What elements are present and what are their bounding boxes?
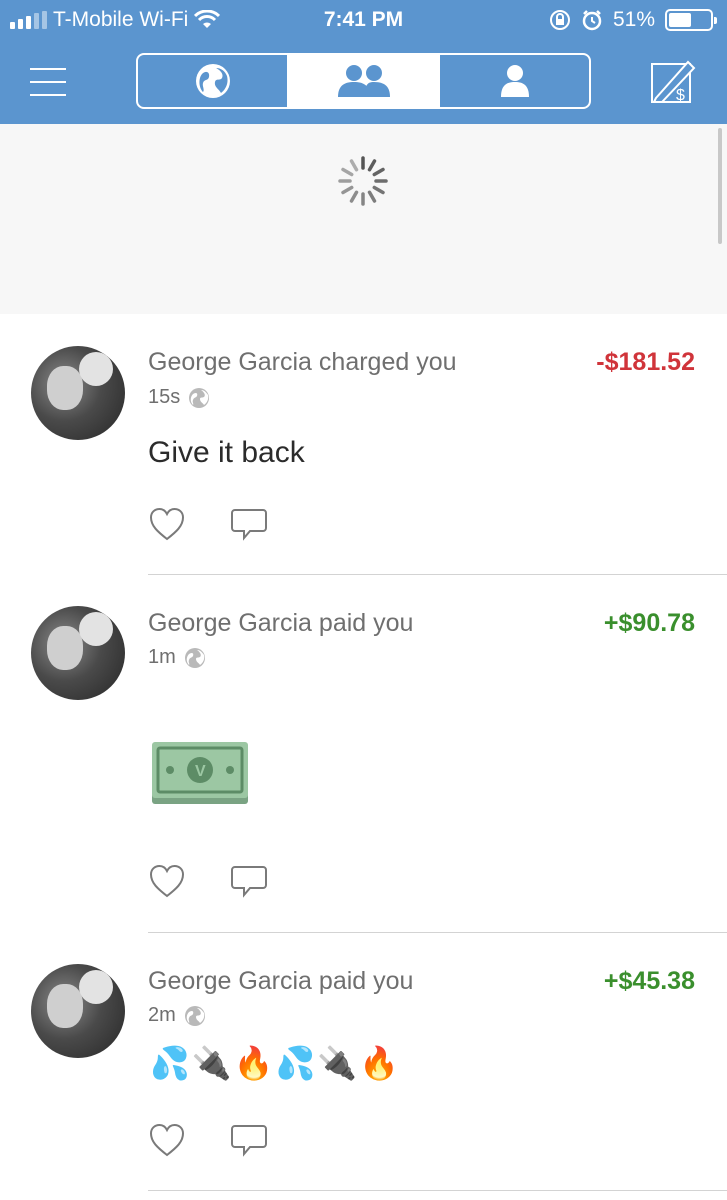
tab-personal[interactable] <box>438 55 589 107</box>
transaction-time: 1m <box>148 646 176 668</box>
list-item[interactable]: George Garcia paid you +$45.38 2m 💦🔌🔥💦🔌🔥 <box>0 934 727 1200</box>
transaction-title: George Garcia charged you <box>148 348 457 376</box>
transaction-title: George Garcia paid you <box>148 967 414 995</box>
scrollbar[interactable] <box>718 128 722 244</box>
svg-text:V: V <box>195 763 206 780</box>
globe-icon <box>189 387 210 408</box>
transaction-amount: +$45.38 <box>603 967 695 995</box>
globe-icon <box>184 1005 205 1026</box>
comment-icon[interactable] <box>230 1122 268 1158</box>
avatar[interactable] <box>31 346 125 440</box>
transaction-note: Give it back <box>148 436 305 469</box>
globe-icon <box>184 647 205 668</box>
comment-icon[interactable] <box>230 506 268 542</box>
money-bill-emoji: V <box>152 742 248 804</box>
transaction-time: 2m <box>148 1004 176 1026</box>
tab-friends[interactable] <box>287 55 438 107</box>
list-item[interactable]: George Garcia paid you +$90.78 1m V <box>0 576 727 934</box>
like-heart-icon[interactable] <box>148 506 186 542</box>
transaction-meta: 2m <box>148 1004 206 1027</box>
transaction-title: George Garcia paid you <box>148 609 414 637</box>
app-header: T-Mobile Wi-Fi 7:41 PM 51% $ <box>0 0 727 124</box>
transaction-actions <box>148 1122 268 1158</box>
person-icon <box>500 65 529 97</box>
divider <box>148 1190 727 1191</box>
transaction-note: 💦🔌🔥💦🔌🔥 <box>150 1045 402 1081</box>
avatar[interactable] <box>31 964 125 1058</box>
globe-icon <box>195 64 230 98</box>
list-item[interactable]: George Garcia charged you -$181.52 15s G… <box>0 314 727 576</box>
transaction-amount: +$90.78 <box>603 609 695 637</box>
comment-icon[interactable] <box>230 863 268 899</box>
svg-text:$: $ <box>676 87 685 104</box>
transaction-meta: 15s <box>148 386 210 409</box>
divider <box>148 932 727 933</box>
divider <box>148 574 727 575</box>
like-heart-icon[interactable] <box>148 863 186 899</box>
friends-icon <box>337 65 390 97</box>
battery-percent: 51% <box>612 8 655 31</box>
avatar[interactable] <box>31 606 125 700</box>
like-heart-icon[interactable] <box>148 1122 186 1158</box>
tab-public[interactable] <box>138 55 287 107</box>
menu-button[interactable] <box>30 68 66 96</box>
rotation-lock-icon <box>549 10 570 30</box>
transaction-actions <box>148 863 268 899</box>
pay-or-request-icon[interactable]: $ <box>648 58 696 106</box>
status-bar: T-Mobile Wi-Fi 7:41 PM 51% <box>0 0 727 40</box>
refresh-area <box>0 124 727 314</box>
feed-tab-switcher <box>136 53 591 109</box>
transaction-meta: 1m <box>148 646 206 669</box>
battery-icon <box>665 9 717 31</box>
transaction-amount: -$181.52 <box>596 348 695 376</box>
loading-spinner-icon <box>338 156 388 206</box>
alarm-icon <box>582 10 602 31</box>
transaction-actions <box>148 506 268 542</box>
transaction-time: 15s <box>148 386 181 408</box>
